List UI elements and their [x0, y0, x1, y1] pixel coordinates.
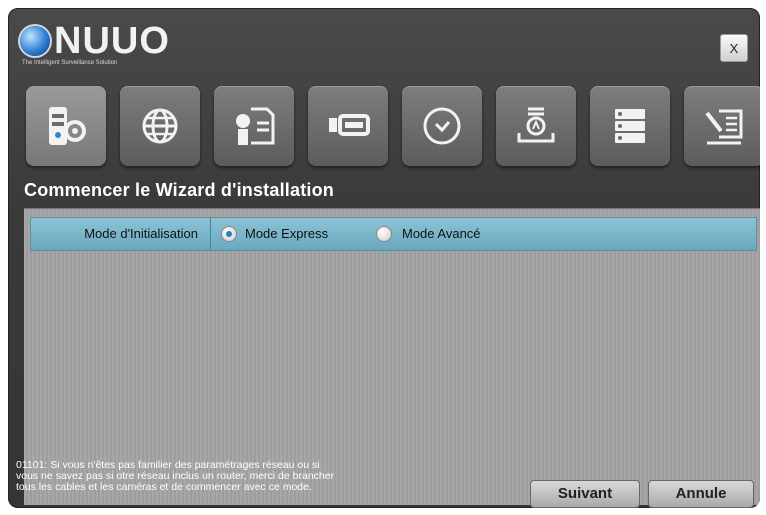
hint-line-3: tous les cables et les caméras et de com… — [16, 481, 312, 493]
logo-orb-icon — [20, 26, 50, 56]
radio-mode-advanced-label[interactable]: Mode Avancé — [402, 218, 481, 250]
wizard-steps-toolbar — [26, 86, 760, 168]
next-button[interactable]: Suivant — [530, 480, 640, 508]
globe-network-icon — [142, 108, 178, 144]
radio-mode-express[interactable] — [221, 226, 237, 242]
tools-checklist-icon — [705, 109, 743, 145]
tool-time[interactable] — [402, 86, 482, 166]
license-document-icon — [236, 107, 275, 145]
nuuo-logo: NUUO — [20, 20, 170, 62]
brand-tagline: The Intelligent Surveillance Solution — [22, 60, 118, 66]
radio-mode-advanced[interactable] — [376, 226, 392, 242]
mode-hint-text: 01101: Si vous n'êtes pas familier des p… — [16, 460, 416, 493]
brand-name: NUUO — [54, 20, 170, 62]
tool-network[interactable] — [120, 86, 200, 166]
storage-device-icon — [329, 114, 370, 136]
clock-icon — [423, 107, 461, 145]
setup-wizard-window: NUUO The Intelligent Surveillance Soluti… — [8, 8, 760, 508]
tool-install[interactable] — [496, 86, 576, 166]
tool-license[interactable] — [214, 86, 294, 166]
cancel-button[interactable]: Annule — [648, 480, 754, 508]
install-archive-icon — [517, 107, 555, 143]
tool-maintenance[interactable] — [684, 86, 760, 166]
storage-list-icon — [615, 109, 645, 143]
server-settings-icon — [49, 107, 86, 145]
wizard-title: Commencer le Wizard d'installation — [24, 180, 334, 200]
mode-selection-row: Mode d'Initialisation Mode Express Mode … — [30, 217, 757, 251]
tool-storage-list[interactable] — [590, 86, 670, 166]
close-button[interactable]: X — [720, 34, 748, 62]
mode-label: Mode d'Initialisation — [31, 218, 211, 250]
tool-storage-device[interactable] — [308, 86, 388, 166]
radio-mode-express-label[interactable]: Mode Express — [245, 218, 328, 250]
tool-server-settings[interactable] — [26, 86, 106, 166]
